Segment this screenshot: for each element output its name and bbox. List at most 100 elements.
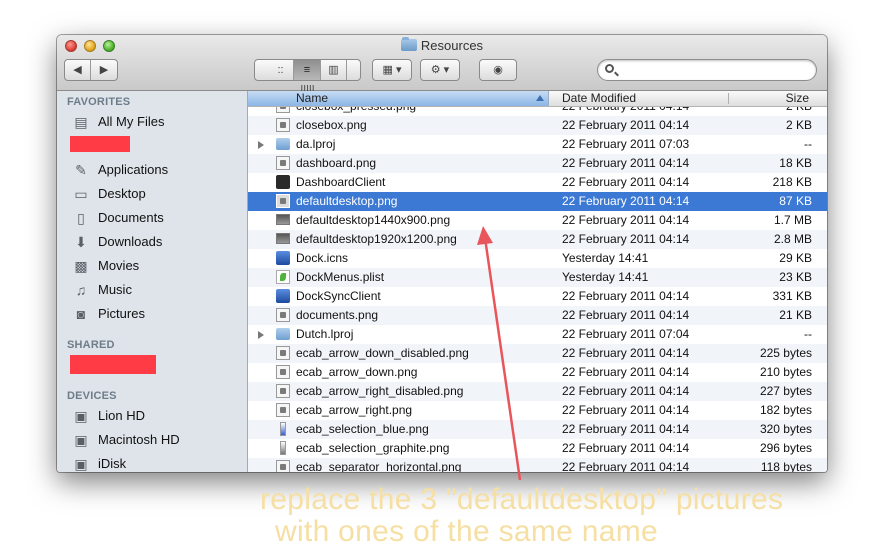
file-size: 296 bytes xyxy=(759,441,812,455)
file-name: ecab_selection_blue.png xyxy=(296,422,429,436)
file-name: closebox.png xyxy=(296,118,367,132)
folder-icon xyxy=(400,37,417,51)
icon-view-button[interactable]: :: xyxy=(268,60,295,80)
file-name: ecab_arrow_right.png xyxy=(296,403,413,417)
favorites-header: FAVORITES xyxy=(67,96,131,108)
size-column-header[interactable]: Size xyxy=(786,91,809,105)
sidebar-item-macintosh-hd[interactable]: ▣ Macintosh HD xyxy=(73,429,179,451)
sidebar-item-music[interactable]: ♫ Music xyxy=(73,279,132,301)
nav-buttons: ◀ ▶ xyxy=(64,59,118,81)
search-field[interactable] xyxy=(597,59,817,81)
sidebar-item-label: Pictures xyxy=(98,306,145,321)
file-size: 2 KB xyxy=(785,118,812,132)
file-row[interactable]: ecab_arrow_down.png 22 February 2011 04:1… xyxy=(248,363,827,382)
file-size: 320 bytes xyxy=(759,422,812,436)
sidebar-item-label: Downloads xyxy=(98,234,163,249)
file-row[interactable]: ecab_selection_blue.png 22 February 2011 … xyxy=(248,420,827,439)
disclosure-triangle-icon[interactable] xyxy=(258,141,264,149)
file-date: 22 February 2011 04:14 xyxy=(562,422,690,436)
file-size: 21 KB xyxy=(779,308,812,322)
file-size: 29 KB xyxy=(779,251,812,265)
forward-button[interactable]: ▶ xyxy=(91,60,117,80)
file-row[interactable]: closebox.png 22 February 2011 04:14 2 KB xyxy=(248,116,827,135)
file-size: 118 bytes xyxy=(760,460,812,472)
file-row[interactable]: defaultdesktop1920x1200.png 22 February 2… xyxy=(248,230,827,249)
file-row[interactable]: defaultdesktop.png 22 February 2011 04:14… xyxy=(248,192,827,211)
file-name: ecab_selection_graphite.png xyxy=(296,441,450,455)
shared-header: SHARED xyxy=(67,339,115,351)
file-icon xyxy=(276,251,290,265)
file-row[interactable]: Dutch.lproj 22 February 2011 07:04 -- xyxy=(248,325,827,344)
sidebar-item-applications[interactable]: ✎ Applications xyxy=(73,159,168,181)
file-size: 18 KB xyxy=(779,156,812,170)
sidebar-item-desktop[interactable]: ▭ Desktop xyxy=(73,183,146,205)
file-size: 210 bytes xyxy=(759,365,812,379)
sidebar-item-all-my-files[interactable]: ▤ All My Files xyxy=(73,111,164,133)
action-button[interactable]: ⚙ ▾ xyxy=(420,59,460,81)
file-name: ecab_arrow_right_disabled.png xyxy=(296,384,464,398)
file-date: 22 February 2011 04:14 xyxy=(562,365,690,379)
file-size: 331 KB xyxy=(772,289,812,303)
file-icon xyxy=(276,308,290,322)
name-column-header[interactable]: Name xyxy=(248,91,549,106)
file-icon xyxy=(276,365,290,379)
file-date: Yesterday 14:41 xyxy=(562,251,649,265)
window-title: Resources xyxy=(57,37,827,54)
date-column-header[interactable]: Date Modified xyxy=(562,91,636,105)
downloads-icon: ⬇ xyxy=(75,234,87,250)
file-row[interactable]: da.lproj 22 February 2011 07:03 -- xyxy=(248,135,827,154)
file-row[interactable]: ecab_arrow_right.png 22 February 2011 04:… xyxy=(248,401,827,420)
file-name: Dock.icns xyxy=(296,251,349,265)
file-row[interactable]: ecab_arrow_right_disabled.png 22 February… xyxy=(248,382,827,401)
sidebar-item-documents[interactable]: ▯ Documents xyxy=(73,207,164,229)
file-icon xyxy=(276,118,290,132)
sidebar-item-pictures[interactable]: ◙ Pictures xyxy=(73,303,145,325)
file-date: 22 February 2011 04:14 xyxy=(562,232,690,246)
file-date: 22 February 2011 04:14 xyxy=(562,289,690,303)
file-row[interactable]: documents.png 22 February 2011 04:14 21 KB xyxy=(248,306,827,325)
sidebar-item-idisk[interactable]: ▣ iDisk xyxy=(73,453,126,472)
redacted-sidebar-item xyxy=(70,136,130,152)
file-row[interactable]: defaultdesktop1440x900.png 22 February 20… xyxy=(248,211,827,230)
sidebar-item-label: Movies xyxy=(98,258,140,273)
file-row[interactable]: dashboard.png 22 February 2011 04:14 18 KB xyxy=(248,154,827,173)
sidebar-item-movies[interactable]: ▩ Movies xyxy=(73,255,139,277)
redacted-shared-item xyxy=(70,355,156,374)
sidebar-item-label: Desktop xyxy=(98,186,146,201)
quick-look-button[interactable]: ◉ xyxy=(479,59,517,81)
back-button[interactable]: ◀ xyxy=(65,60,91,80)
search-icon xyxy=(605,64,614,73)
list-view-button[interactable]: ≡ xyxy=(294,60,321,80)
file-icon xyxy=(276,270,290,284)
file-size: -- xyxy=(804,137,812,151)
sidebar-item-lion-hd[interactable]: ▣ Lion HD xyxy=(73,405,145,427)
file-date: 22 February 2011 07:03 xyxy=(562,137,690,151)
file-row[interactable]: ecab_separator_horizontal.png 22 February… xyxy=(248,458,827,472)
all-files-icon: ▤ xyxy=(74,114,88,130)
file-row[interactable]: DockMenus.plist Yesterday 14:41 23 KB xyxy=(248,268,827,287)
column-divider[interactable] xyxy=(728,93,729,104)
file-row[interactable]: DockSyncClient 22 February 2011 04:14 331 … xyxy=(248,287,827,306)
file-row[interactable]: Dock.icns Yesterday 14:41 29 KB xyxy=(248,249,827,268)
eye-icon: ◉ xyxy=(493,64,503,76)
sidebar-item-downloads[interactable]: ⬇ Downloads xyxy=(73,231,162,253)
pictures-icon: ◙ xyxy=(76,306,86,322)
devices-header: DEVICES xyxy=(67,390,117,402)
annotation-line-2: with ones of the same name xyxy=(275,515,659,548)
file-row[interactable]: ecab_selection_graphite.png 22 February 2… xyxy=(248,439,827,458)
disclosure-triangle-icon[interactable] xyxy=(258,331,264,339)
file-row[interactable]: ecab_arrow_down_disabled.png 22 February … xyxy=(248,344,827,363)
file-name: ecab_arrow_down.png xyxy=(296,365,418,379)
gear-icon: ⚙ ▾ xyxy=(430,64,450,76)
sidebar-item-label: All My Files xyxy=(98,114,165,129)
sidebar-item-label: Lion HD xyxy=(98,408,145,423)
title-bar: Resources ◀ ▶ :: ≡ ▥||||| ▦ ▾ ⚙ ▾ ◉ xyxy=(57,35,827,96)
file-icon xyxy=(276,214,290,225)
window-title-text: Resources xyxy=(420,38,484,53)
file-row[interactable]: DashboardClient 22 February 2011 04:14 218… xyxy=(248,173,827,192)
arrange-button[interactable]: ▦ ▾ xyxy=(372,59,412,81)
file-date: 22 February 2011 04:14 xyxy=(562,384,690,398)
file-name: DockSyncClient xyxy=(296,289,381,303)
file-name: dashboard.png xyxy=(296,156,377,170)
column-view-button[interactable]: ▥ xyxy=(321,60,348,80)
